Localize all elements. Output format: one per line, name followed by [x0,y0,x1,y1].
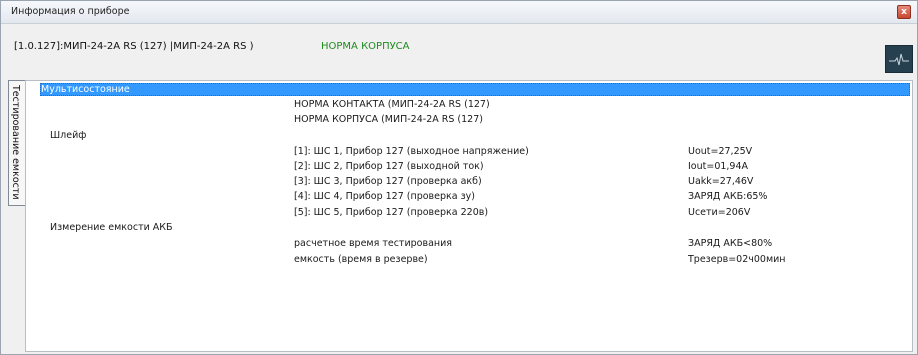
tab-capacity-test[interactable]: Тестирование емкости [8,80,25,206]
loop-row-value: Uakk=27,46V [688,176,754,187]
multistate-line: НОРМА КОНТАКТА (МИП-24-2А RS (127) [294,99,490,110]
capacity-row-value: Tрезерв=02ч00мин [688,254,786,265]
window-title: Информация о приборе [11,6,130,17]
monitor-button[interactable] [885,45,913,73]
loop-row-desc: [1]: ШС 1, Прибор 127 (выходное напряжен… [294,146,529,157]
loop-row-value: ЗАРЯД АКБ:65% [688,191,768,202]
multistate-header[interactable]: Мультисостояние [40,83,910,96]
device-id: [1.0.127]:МИП-24-2А RS (127) |МИП-24-2А … [14,41,254,52]
capacity-label: Измерение емкости АКБ [50,222,173,233]
device-info-window: Информация о приборе x [1.0.127]:МИП-24-… [0,0,918,355]
loop-row-desc: [5]: ШС 5, Прибор 127 (проверка 220в) [294,207,489,218]
loop-row-desc: [4]: ШС 4, Прибор 127 (проверка зу) [294,191,475,202]
title-bar: Информация о приборе x [1,1,917,24]
info-panel: Мультисостояние НОРМА КОНТАКТА (МИП-24-2… [25,80,913,352]
loop-row-value: Uсети=206V [688,207,751,218]
loop-row-desc: [2]: ШС 2, Прибор 127 (выходной ток) [294,161,484,172]
case-status: НОРМА КОРПУСА [321,41,410,52]
loop-row-value: Uout=27,25V [688,146,753,157]
loop-row-desc: [3]: ШС 3, Прибор 127 (проверка акб) [294,176,482,187]
capacity-row-desc: расчетное время тестирования [294,238,453,249]
loop-label: Шлейф [50,130,87,141]
close-button[interactable]: x [897,5,911,19]
multistate-header-label: Мультисостояние [41,84,130,95]
tab-capacity-test-label: Тестирование емкости [10,85,21,200]
pulse-icon [889,53,909,66]
capacity-row-desc: емкость (время в резерве) [294,254,428,265]
close-icon: x [901,7,907,17]
device-header: [1.0.127]:МИП-24-2А RS (127) |МИП-24-2А … [1,25,917,81]
multistate-line: НОРМА КОРПУСА (МИП-24-2А RS (127) [294,114,483,125]
loop-row-value: Iout=01,94A [688,161,749,172]
capacity-row-value: ЗАРЯД АКБ<80% [688,238,773,249]
